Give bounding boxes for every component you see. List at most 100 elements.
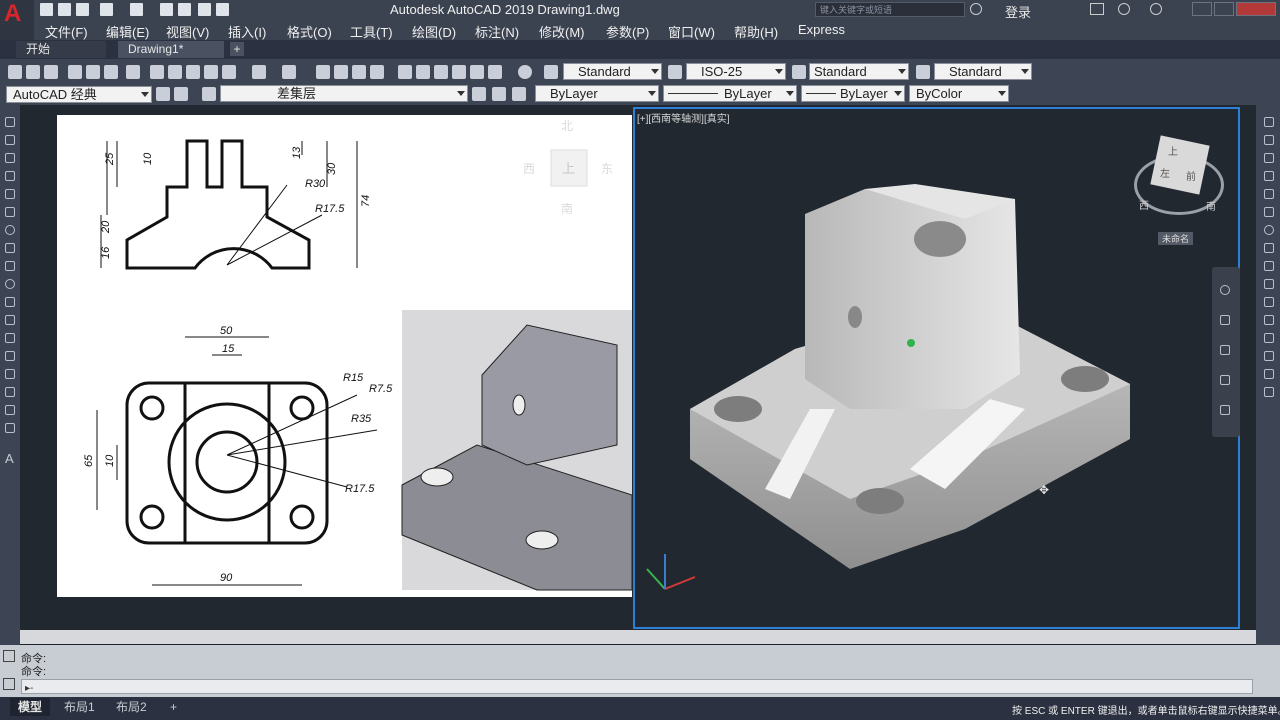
cart-icon[interactable] xyxy=(1090,3,1104,15)
new-tab-button[interactable]: + xyxy=(230,42,244,56)
preview-icon[interactable] xyxy=(86,65,100,79)
qnew-icon[interactable] xyxy=(8,65,22,79)
paste-icon[interactable] xyxy=(186,65,200,79)
offset-tool-icon[interactable] xyxy=(1264,171,1274,181)
help-icon[interactable] xyxy=(1150,3,1162,15)
layer-icon[interactable] xyxy=(178,3,191,16)
pan-icon[interactable] xyxy=(316,65,330,79)
menu-help[interactable]: 帮助(H) xyxy=(734,22,778,41)
design-center-icon[interactable] xyxy=(416,65,430,79)
array-tool-icon[interactable] xyxy=(1264,189,1274,199)
linetype-dropdown[interactable]: ByLayer xyxy=(663,85,797,102)
break-tool-icon[interactable] xyxy=(1264,315,1274,325)
block-editor-icon[interactable] xyxy=(222,65,236,79)
fillet-tool-icon[interactable] xyxy=(1264,369,1274,379)
menu-edit[interactable]: 编辑(E) xyxy=(106,22,149,41)
text-style-icon[interactable] xyxy=(544,65,558,79)
maximize-button[interactable] xyxy=(1214,2,1234,16)
plotstyle-dropdown[interactable]: ByColor xyxy=(909,85,1009,102)
xline-tool-icon[interactable] xyxy=(5,135,15,145)
viewport-label[interactable]: [+][西南等轴测][真实] xyxy=(637,110,730,125)
menu-view[interactable]: 视图(V) xyxy=(166,22,209,41)
command-settings-icon[interactable] xyxy=(3,678,15,690)
qat-dropdown-icon[interactable] xyxy=(216,3,229,16)
text-style-dropdown[interactable]: Standard xyxy=(563,63,662,80)
redo-icon[interactable] xyxy=(130,3,143,16)
workspace-settings-icon[interactable] xyxy=(156,87,170,101)
table-tool-icon[interactable] xyxy=(5,423,15,433)
quickcalc-icon[interactable] xyxy=(488,65,502,79)
sheet-set-icon[interactable] xyxy=(452,65,466,79)
viewport-2d[interactable]: 25 10 13 30 R30 R17.5 74 20 16 50 15 R15… xyxy=(57,115,633,597)
search-input[interactable]: 键入关键字或短语 xyxy=(815,2,965,17)
help-tb-icon[interactable] xyxy=(518,65,532,79)
tool-palettes-icon[interactable] xyxy=(434,65,448,79)
move-tool-icon[interactable] xyxy=(1264,207,1274,217)
save-file-icon[interactable] xyxy=(44,65,58,79)
match-prop-icon[interactable] xyxy=(204,65,218,79)
polygon-tool-icon[interactable] xyxy=(5,171,15,181)
mleader-style-icon[interactable] xyxy=(916,65,930,79)
redo-tb-icon[interactable] xyxy=(282,65,296,79)
ucs-menu[interactable]: 未命名 xyxy=(1158,232,1194,245)
extend-tool-icon[interactable] xyxy=(1264,297,1274,307)
showmotion-icon[interactable] xyxy=(1220,405,1230,415)
layer-manager-icon[interactable] xyxy=(202,87,216,101)
dim-style-dropdown[interactable]: ISO-25 xyxy=(686,63,786,80)
horizontal-scrollbar[interactable] xyxy=(20,630,1256,644)
markup-icon[interactable] xyxy=(470,65,484,79)
lineweight-dropdown[interactable]: ByLayer xyxy=(801,85,905,102)
make-current-layer-icon[interactable] xyxy=(472,87,486,101)
menu-dimension[interactable]: 标注(N) xyxy=(475,22,519,41)
menu-tools[interactable]: 工具(T) xyxy=(350,22,393,41)
tab-layout1[interactable]: 布局1 xyxy=(56,698,103,716)
make-block-icon[interactable] xyxy=(5,333,15,343)
orbit-nav-icon[interactable] xyxy=(1220,375,1230,385)
rotate-tool-icon[interactable] xyxy=(1264,225,1274,235)
layer-properties-icon[interactable] xyxy=(174,87,188,101)
publish-icon[interactable] xyxy=(104,65,118,79)
command-close-icon[interactable] xyxy=(3,650,15,662)
table-style-dropdown[interactable]: Standard xyxy=(809,63,909,80)
zoom-previous-icon[interactable] xyxy=(370,65,384,79)
zoom-realtime-icon[interactable] xyxy=(334,65,348,79)
line-tool-icon[interactable] xyxy=(5,117,15,127)
menu-draw[interactable]: 绘图(D) xyxy=(412,22,456,41)
exchange-icon[interactable] xyxy=(1118,3,1130,15)
close-button[interactable] xyxy=(1236,2,1276,16)
undo-icon[interactable] xyxy=(100,3,113,16)
print-icon[interactable] xyxy=(160,3,173,16)
layer-previous-icon[interactable] xyxy=(492,87,506,101)
layer-dropdown[interactable]: 差集层 xyxy=(220,85,468,102)
workspace-dropdown[interactable]: AutoCAD 经典 xyxy=(6,86,152,103)
region-tool-icon[interactable] xyxy=(5,405,15,415)
open-file-icon[interactable] xyxy=(26,65,40,79)
erase-tool-icon[interactable] xyxy=(1264,117,1274,127)
hatch-tool-icon[interactable] xyxy=(5,369,15,379)
point-tool-icon[interactable] xyxy=(5,351,15,361)
steering-wheel-icon[interactable] xyxy=(1220,285,1230,295)
scale-tool-icon[interactable] xyxy=(1264,243,1274,253)
revcloud-tool-icon[interactable] xyxy=(5,243,15,253)
command-input[interactable]: ▸- xyxy=(21,679,1253,694)
chamfer-tool-icon[interactable] xyxy=(1264,351,1274,361)
menu-parametric[interactable]: 参数(P) xyxy=(606,22,649,41)
tab-start[interactable]: 开始 xyxy=(16,41,106,58)
plot-icon[interactable] xyxy=(68,65,82,79)
mtext-tool-icon[interactable]: A xyxy=(5,451,14,466)
arc-tool-icon[interactable] xyxy=(5,207,15,217)
gradient-tool-icon[interactable] xyxy=(5,387,15,397)
properties-icon[interactable] xyxy=(398,65,412,79)
spline-tool-icon[interactable] xyxy=(5,261,15,271)
match-icon[interactable] xyxy=(198,3,211,16)
trim-tool-icon[interactable] xyxy=(1264,279,1274,289)
circle-tool-icon[interactable] xyxy=(5,225,15,235)
user-icon[interactable] xyxy=(970,3,982,15)
mleader-style-dropdown[interactable]: Standard xyxy=(934,63,1032,80)
3d-dwf-icon[interactable] xyxy=(126,65,140,79)
table-style-icon[interactable] xyxy=(792,65,806,79)
add-layout-button[interactable]: + xyxy=(162,698,185,716)
open-icon[interactable] xyxy=(58,3,71,16)
ellipse-tool-icon[interactable] xyxy=(5,279,15,289)
mirror-tool-icon[interactable] xyxy=(1264,153,1274,163)
